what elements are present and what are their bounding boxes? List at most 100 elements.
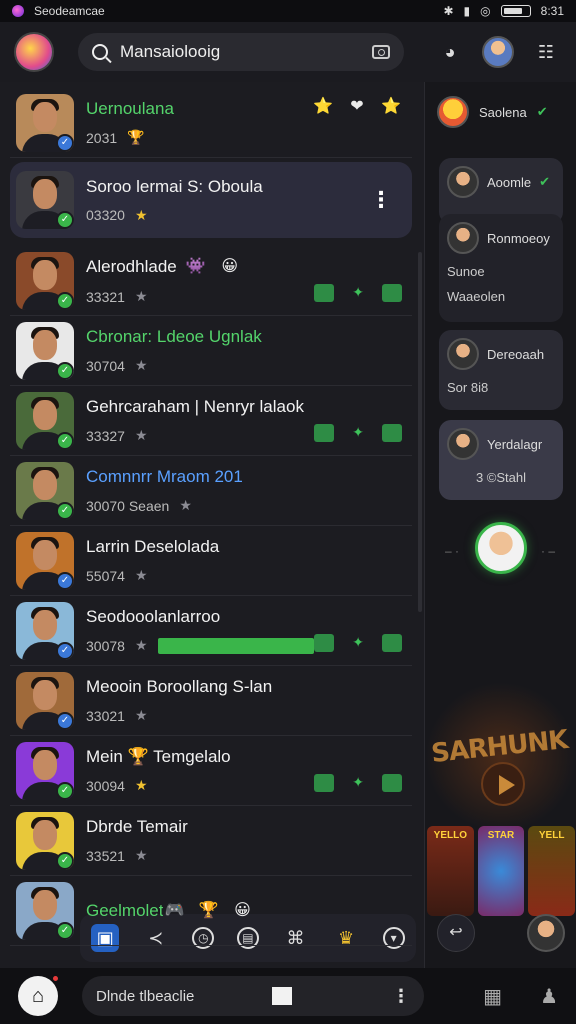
star-icon[interactable]: ★ xyxy=(135,637,148,654)
message-icon[interactable] xyxy=(382,423,402,442)
side-top-contact[interactable]: Saolena ✔ xyxy=(437,96,548,128)
chat-row[interactable]: ✓ Larrin Deselolada 55074 ★ xyxy=(10,526,412,596)
game-tile[interactable]: YELL xyxy=(528,826,576,916)
camera-icon[interactable] xyxy=(372,45,390,59)
home-icon[interactable]: ⌂ xyxy=(18,974,60,1016)
contact-subtitle: 2031 🏆 xyxy=(86,129,312,146)
chat-row[interactable]: ✓ Gehrcaraham | Nenryr lalaok 33327 ★ ✦ xyxy=(10,386,412,456)
star-icon[interactable]: ★ xyxy=(135,707,148,724)
app-icon xyxy=(12,5,24,17)
progress-bar xyxy=(157,637,315,654)
more-icon[interactable]: ⋮ xyxy=(370,187,392,213)
top-bar: Mansaiolooig ◕ ☷ xyxy=(0,22,576,82)
contact-code: 30070 Seaen xyxy=(86,497,170,514)
side-top-label: Saolena xyxy=(479,104,527,120)
message-icon[interactable] xyxy=(382,283,402,302)
game-banner[interactable]: SARHUNK xyxy=(425,682,576,832)
chat-row[interactable]: ✓ Mein 🏆 Temgelalo 30094 ★ ✦ xyxy=(10,736,412,806)
star-icon[interactable]: ★ xyxy=(135,847,148,864)
contact-avatar[interactable]: ✓ xyxy=(16,461,74,520)
contact-subtitle: 30704 ★ xyxy=(86,357,412,374)
message-icon[interactable] xyxy=(382,773,402,792)
side-card-label: Aoomle xyxy=(487,174,532,190)
chat-row[interactable]: ✓ Seodooolanlarroo 30078 ★ ✦ xyxy=(10,596,412,666)
user-avatar[interactable] xyxy=(482,36,514,68)
active-call-avatar[interactable] xyxy=(475,522,527,574)
search-bar[interactable]: Mansaiolooig xyxy=(78,33,404,71)
profile-icon[interactable]: ♟ xyxy=(540,984,558,1009)
contact-code: 03320 xyxy=(86,207,125,223)
star-icon[interactable]: ✦ xyxy=(352,634,364,652)
game-tile-label: YELLO xyxy=(433,830,467,841)
contact-avatar[interactable]: ✓ xyxy=(16,171,74,229)
more-icon[interactable]: ⋮ xyxy=(392,986,410,1007)
star-icon[interactable]: ★ xyxy=(135,567,148,584)
emoji-badge-icon: 😀 xyxy=(221,258,239,275)
side-card-label: Yerdalagr xyxy=(487,436,543,452)
emoji-badge-icon: ❤ xyxy=(350,98,364,115)
star-icon[interactable]: ★ xyxy=(135,357,148,374)
contact-name: Dbrde Temair xyxy=(86,817,188,836)
star-icon[interactable]: ✦ xyxy=(352,774,364,792)
contact-avatar[interactable]: ✓ xyxy=(16,601,74,660)
bottom-search-bar[interactable]: Dlnde tlbeaclie ⋮ xyxy=(82,976,424,1016)
windows-icon[interactable] xyxy=(272,987,292,1005)
star-icon[interactable]: ★ xyxy=(135,288,148,305)
emoji-badge-icon: 😀 xyxy=(234,901,251,919)
reply-icon[interactable] xyxy=(314,423,335,442)
contact-avatar[interactable]: ✓ xyxy=(16,671,74,730)
chat-row[interactable]: ✓ Meooin Boroollang S-lan 33021 ★ xyxy=(10,666,412,736)
contact-subtitle: 33521 ★ xyxy=(86,847,412,864)
contact-avatar[interactable]: ✓ xyxy=(16,93,74,152)
chat-row[interactable]: ✓ Dbrde Temair 33521 ★ xyxy=(10,806,412,876)
contact-avatar[interactable]: ✓ xyxy=(16,251,74,310)
contact-avatar[interactable]: ✓ xyxy=(16,881,74,940)
chat-row[interactable]: ✓ Comnnrr Mraom 201 30070 Seaen ★ xyxy=(10,456,412,526)
grid-menu-icon[interactable]: ☷ xyxy=(530,36,562,68)
notification-icon[interactable]: ◕ xyxy=(434,36,466,68)
side-card-4[interactable]: Yerdalagr 3 ©Stahl xyxy=(439,420,563,500)
contact-avatar[interactable]: ✓ xyxy=(16,811,74,870)
game-tile[interactable]: STAR xyxy=(477,826,525,916)
contact-avatar[interactable]: ✓ xyxy=(16,321,74,380)
app-logo-button[interactable] xyxy=(14,32,54,72)
gallery-icon[interactable]: ▦ xyxy=(483,984,502,1009)
side-card-3[interactable]: Dereoaah Sor 8i8 xyxy=(439,330,563,410)
contact-avatar xyxy=(447,338,479,370)
star-icon[interactable]: ★ xyxy=(135,777,148,794)
chat-row[interactable]: ✓ Alerodhlade 👾 😀 33321 ★ ✦ xyxy=(10,246,412,316)
status-app-name: Seodeamcae xyxy=(34,4,105,18)
contact-subtitle: 30070 Seaen ★ xyxy=(86,497,412,514)
side-card-sub: Sunoe xyxy=(447,264,485,279)
contact-code: 33321 xyxy=(86,288,125,305)
reply-icon[interactable] xyxy=(314,773,335,792)
star-icon[interactable]: ★ xyxy=(179,497,192,514)
contact-code: 30078 xyxy=(86,637,125,654)
reply-icon[interactable] xyxy=(314,283,335,302)
star-icon[interactable]: ★ xyxy=(135,207,148,224)
star-icon[interactable]: ✦ xyxy=(352,424,364,442)
game-tile-label: YELL xyxy=(538,830,565,841)
star-icon[interactable]: ✦ xyxy=(352,284,364,302)
call-divider-right: · – xyxy=(541,544,556,558)
contact-avatar[interactable]: ✓ xyxy=(16,531,74,590)
bottom-nav: ⌂ Dlnde tlbeaclie ⋮ ▦ ♟ xyxy=(0,968,576,1024)
side-card-2[interactable]: Ronmoeoy Sunoe Waaeolen xyxy=(439,214,563,322)
side-user-avatar[interactable] xyxy=(527,914,565,952)
reply-icon[interactable] xyxy=(314,633,335,652)
message-icon[interactable] xyxy=(382,633,402,652)
chat-row[interactable]: ✓ Geelmolet 🎮 🏆 😀 xyxy=(10,876,412,946)
star-icon[interactable]: ★ xyxy=(135,427,148,444)
chat-row[interactable]: ✓ Soroo lermai S: Oboula 03320 ★ ⋮ xyxy=(10,162,412,238)
chat-row[interactable]: ✓ Uernoulana 2031 🏆 ⭐ ❤ ⭐ xyxy=(10,88,412,158)
search-input[interactable]: Mansaiolooig xyxy=(120,42,360,62)
contact-avatar[interactable]: ✓ xyxy=(16,391,74,450)
game-tile[interactable]: YELLO xyxy=(427,826,474,916)
chat-row[interactable]: ✓ Cbronar: Ldeoe Ugnlak 30704 ★ xyxy=(10,316,412,386)
scrollbar[interactable] xyxy=(418,252,422,612)
play-icon[interactable] xyxy=(481,762,525,806)
back-icon[interactable]: ↩ xyxy=(437,914,475,952)
contact-avatar[interactable]: ✓ xyxy=(16,741,74,800)
contact-avatar xyxy=(447,428,479,460)
contact-name: Cbronar: Ldeoe Ugnlak xyxy=(86,327,262,346)
